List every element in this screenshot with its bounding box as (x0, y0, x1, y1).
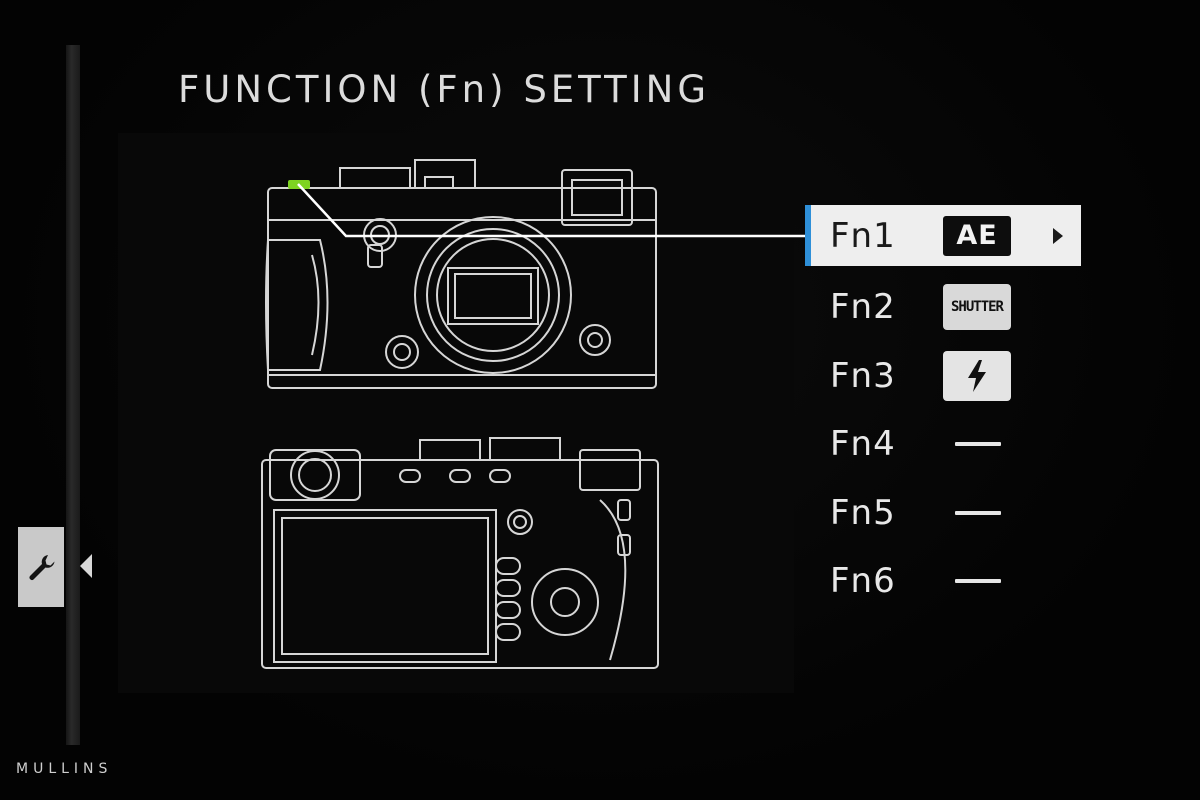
shutter-badge-icon: SHUTTER (943, 284, 1011, 331)
fn-row-fn1[interactable]: Fn1 AE (805, 205, 1081, 266)
camera-menu-screen: FUNCTION (Fn) SETTING Fn1 AE Fn2 SHUTTER… (0, 0, 1200, 800)
fn-label: Fn5 (830, 492, 896, 533)
fn-row-fn6[interactable]: Fn6 (805, 547, 1081, 616)
fn-row-fn2[interactable]: Fn2 SHUTTER (805, 273, 1081, 342)
none-dash-icon (943, 442, 1001, 447)
fn-label: Fn1 (830, 215, 896, 256)
fn-row-fn3[interactable]: Fn3 (805, 342, 1081, 411)
submenu-arrow-icon[interactable] (1053, 227, 1063, 244)
none-dash-icon (943, 579, 1001, 584)
fn-label: Fn2 (830, 287, 896, 328)
function-button-list: Fn1 AE Fn2 SHUTTER Fn3 Fn4 Fn5 Fn6 (805, 205, 1081, 616)
fn-label: Fn6 (830, 561, 896, 602)
fn-row-fn4[interactable]: Fn4 (805, 410, 1081, 479)
fn-row-fn5[interactable]: Fn5 (805, 479, 1081, 548)
photographer-watermark: MULLINS (16, 761, 113, 777)
fn-label: Fn4 (830, 424, 896, 465)
ae-badge-icon: AE (943, 215, 1011, 256)
fn-label: Fn3 (830, 355, 896, 396)
none-dash-icon (943, 510, 1001, 515)
camera-rear-diagram (261, 437, 659, 669)
flash-icon (943, 350, 1011, 401)
